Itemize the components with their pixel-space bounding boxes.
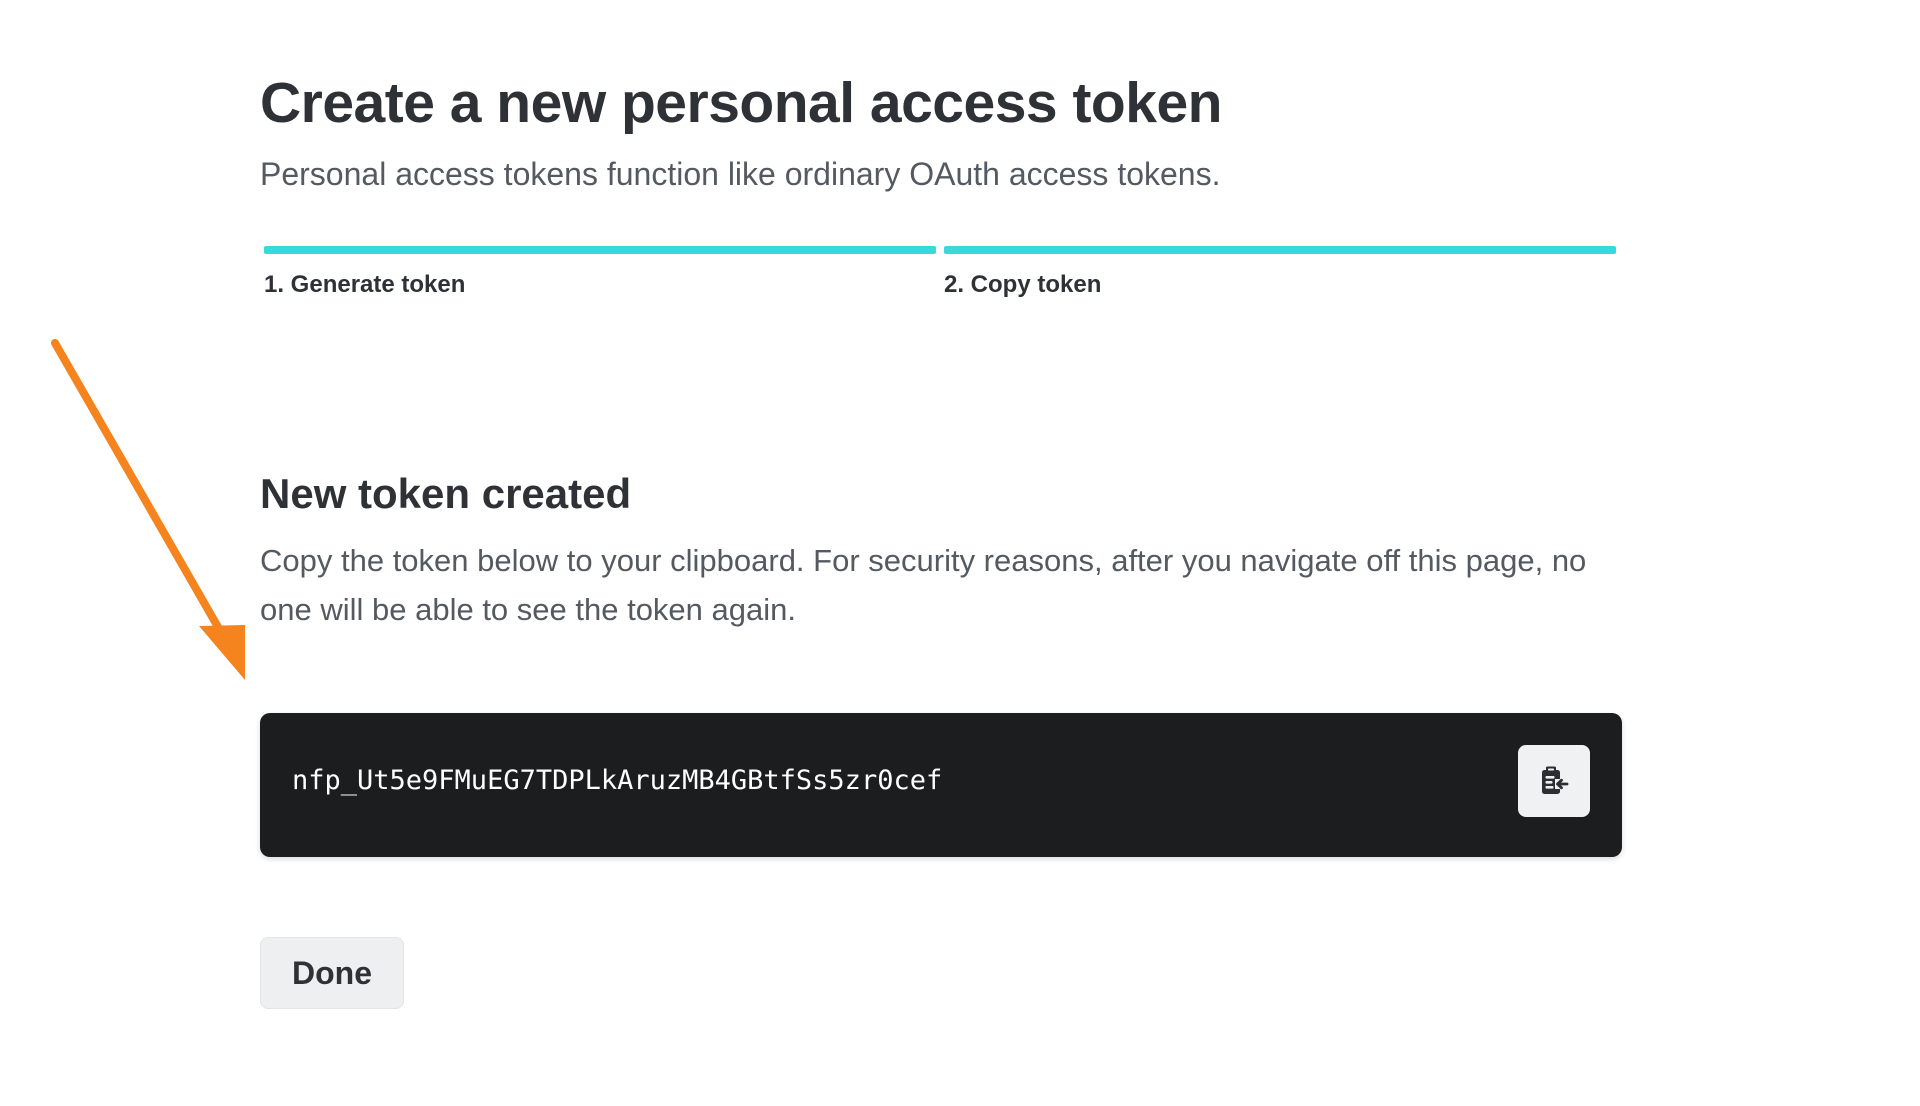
step-progress-bar (944, 246, 1616, 254)
progress-steps: 1. Generate token 2. Copy token (264, 246, 1620, 306)
token-display: nfp_Ut5e9FMuEG7TDPLkAruzMB4GBtfSs5zr0cef (260, 713, 1622, 857)
step-generate-token: 1. Generate token (264, 246, 936, 299)
step-copy-token: 2. Copy token (944, 246, 1616, 299)
page-subtitle: Personal access tokens function like ord… (260, 156, 1221, 192)
annotation-arrow-icon (51, 339, 245, 680)
step-label: 2. Copy token (944, 271, 1102, 298)
token-value[interactable]: nfp_Ut5e9FMuEG7TDPLkAruzMB4GBtfSs5zr0cef (292, 765, 942, 796)
done-button[interactable]: Done (260, 937, 404, 1009)
clipboard-copy-icon (1542, 766, 1569, 794)
section-heading: New token created (260, 470, 632, 517)
step-progress-bar (264, 246, 936, 254)
section-description: Copy the token below to your clipboard. … (260, 543, 1587, 627)
step-label: 1. Generate token (264, 271, 466, 298)
page-title: Create a new personal access token (260, 71, 1222, 135)
copy-token-button[interactable] (1518, 745, 1590, 817)
